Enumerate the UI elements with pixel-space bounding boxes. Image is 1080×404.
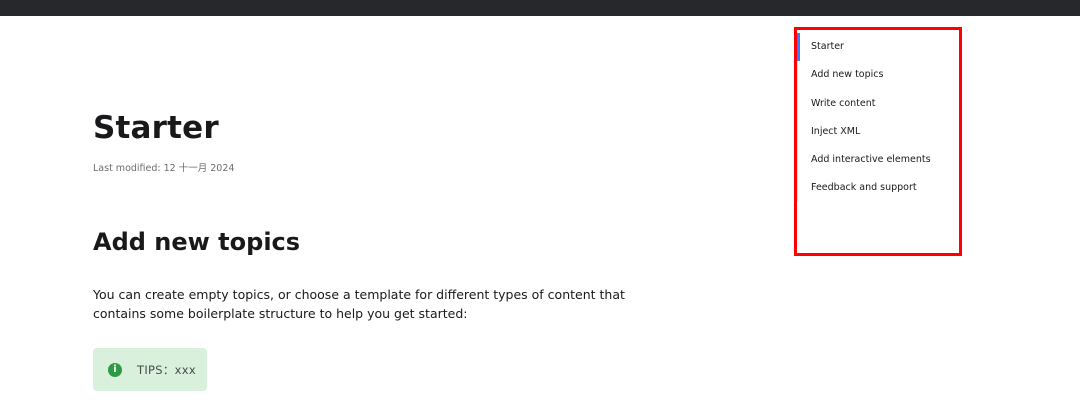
- toc-item-starter[interactable]: Starter: [797, 33, 956, 61]
- toc-item-add-interactive-elements[interactable]: Add interactive elements: [798, 146, 957, 174]
- last-modified-text: Last modified: 12 十一月 2024: [93, 163, 235, 174]
- info-icon: i: [108, 362, 122, 377]
- tip-box: i TIPS：xxx: [93, 348, 207, 391]
- toc-item-add-new-topics[interactable]: Add new topics: [798, 61, 957, 89]
- section-paragraph: You can create empty topics, or choose a…: [93, 287, 625, 321]
- table-of-contents: Starter Add new topics Write content Inj…: [797, 33, 957, 201]
- section-title-add-new-topics: Add new topics: [93, 228, 301, 256]
- page-title: Starter: [93, 110, 219, 146]
- toc-item-inject-xml[interactable]: Inject XML: [798, 118, 957, 146]
- toc-item-feedback-and-support[interactable]: Feedback and support: [798, 174, 957, 202]
- toc-item-write-content[interactable]: Write content: [798, 90, 957, 118]
- tip-text: TIPS：xxx: [137, 362, 196, 377]
- top-bar: [0, 0, 1080, 16]
